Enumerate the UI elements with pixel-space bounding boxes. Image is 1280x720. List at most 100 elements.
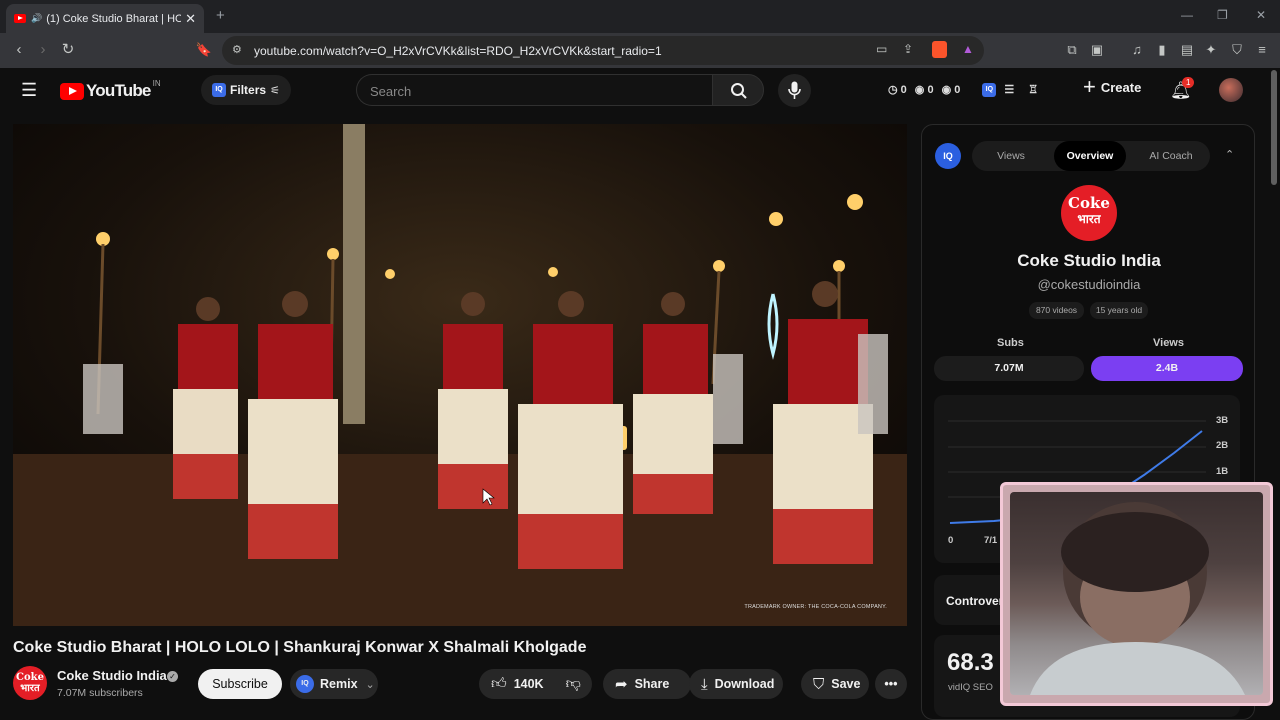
sidebar-icon[interactable]: ▮ xyxy=(1152,41,1172,59)
subscribe-button[interactable]: Subscribe xyxy=(198,669,282,699)
videos-count-chip: 870 videos xyxy=(1029,302,1084,319)
leo-ai-icon[interactable]: ✦ xyxy=(1201,41,1221,59)
trademark-notice: TRADEMARK OWNER: THE COCA-COLA COMPANY. xyxy=(744,604,887,610)
video-frame-image xyxy=(13,124,907,626)
share-button[interactable]: ➦ Share xyxy=(603,669,691,699)
search-input[interactable]: Search xyxy=(356,74,712,106)
search-placeholder: Search xyxy=(370,84,412,99)
filters-label: Filters xyxy=(230,83,267,97)
vidiq-logo-icon[interactable]: IQ xyxy=(935,143,961,169)
clock-stat: ◷ 0 xyxy=(888,84,907,96)
chart-x-label: 0 xyxy=(948,535,954,546)
logo-text: YouTube xyxy=(86,81,151,100)
tab-overview[interactable]: Overview xyxy=(1054,141,1126,171)
remix-button[interactable]: IQ Remix ⌄ xyxy=(290,669,378,699)
forward-icon[interactable]: › xyxy=(33,41,53,59)
like-dislike-group: 👍︎ 140K 👎︎ xyxy=(479,669,592,699)
seo-score-label: vidIQ SEO xyxy=(948,682,993,693)
reload-icon[interactable]: ↻ xyxy=(58,41,78,59)
trophy-icon[interactable]: ♖ xyxy=(1028,83,1038,97)
vidiq-extension-icon[interactable]: ▣ xyxy=(1087,41,1107,59)
subs-label: Subs xyxy=(997,337,1024,349)
browser-tab-strip: 🔊 (1) Coke Studio Bharat | HOLO ✕ + — ❐ … xyxy=(0,0,1280,33)
channel-age-chip: 15 years old xyxy=(1090,302,1148,319)
url-text[interactable]: youtube.com/watch?v=O_H2xVrCVKk&list=RDO… xyxy=(254,44,662,58)
create-label: Create xyxy=(1100,79,1142,95)
hamburger-menu-icon[interactable]: ☰ xyxy=(21,80,37,101)
video-player[interactable]: TRADEMARK OWNER: THE COCA-COLA COMPANY. xyxy=(13,124,907,626)
browser-toolbar: ‹ › ↻ 🔖 ⚙ youtube.com/watch?v=O_H2xVrCVK… xyxy=(0,33,1280,68)
back-icon[interactable]: ‹ xyxy=(9,41,29,59)
search-button[interactable] xyxy=(712,74,764,106)
cast-icon[interactable]: ▭ xyxy=(876,42,887,56)
menu-icon[interactable]: ≡ xyxy=(1252,41,1272,59)
vidiq-header-icon[interactable]: IQ xyxy=(982,83,997,97)
sliders-icon: ⚟ xyxy=(270,84,280,97)
audio-playing-icon[interactable]: 🔊 xyxy=(31,13,42,24)
panel-channel-logo: Coke भारत xyxy=(1061,185,1117,241)
save-label: Save xyxy=(831,677,861,691)
vpn-icon[interactable]: ⛉ xyxy=(1227,41,1247,59)
browser-tab[interactable]: 🔊 (1) Coke Studio Bharat | HOLO ✕ xyxy=(6,4,204,33)
stat-value: 0 xyxy=(927,84,934,96)
like-count[interactable]: 140K xyxy=(514,677,544,691)
like-icon[interactable]: 👍︎ xyxy=(491,675,507,693)
youtube-header: ☰ YouTube IN IQ Filters ⚟ Search ◷ 0 ◉ 0… xyxy=(0,68,1280,114)
vidiq-remix-icon: IQ xyxy=(296,675,314,693)
eye-stat: ◉ 0 xyxy=(941,84,961,96)
views-value[interactable]: 2.4B xyxy=(1091,356,1243,381)
filters-button[interactable]: IQ Filters ⚟ xyxy=(201,75,291,105)
vidiq-stats: ◷ 0 ◉ 0 ◉ 0 IQ ☰ ♖ xyxy=(888,83,1038,97)
channel-logo-text: Coke भारत xyxy=(16,672,44,694)
save-button[interactable]: ⛉ Save xyxy=(801,669,869,699)
youtube-logo[interactable]: YouTube IN xyxy=(60,78,161,101)
video-title: Coke Studio Bharat | HOLO LOLO | Shankur… xyxy=(13,639,587,656)
user-avatar[interactable] xyxy=(1219,78,1243,102)
views-label: Views xyxy=(1153,337,1184,349)
stat-value: 0 xyxy=(954,84,961,96)
notifications-button[interactable]: 🔔︎ 1 xyxy=(1170,77,1195,101)
chevron-down-icon: ⌄ xyxy=(365,678,375,691)
minimize-icon[interactable]: — xyxy=(1181,8,1193,22)
microphone-icon xyxy=(788,81,801,99)
tab-ai-coach[interactable]: AI Coach xyxy=(1138,141,1204,171)
country-code: IN xyxy=(152,78,161,88)
panel-channel-handle: @cokestudioindia xyxy=(1037,277,1141,292)
chart-y-label: 2B xyxy=(1216,440,1229,451)
create-button[interactable]: + Create xyxy=(1083,76,1142,98)
media-controls-icon[interactable]: ♫ xyxy=(1127,41,1147,59)
maximize-icon[interactable]: ❐ xyxy=(1217,8,1228,22)
close-window-icon[interactable]: ✕ xyxy=(1256,8,1266,22)
download-button[interactable]: ⤓ Download xyxy=(689,669,783,699)
voice-search-button[interactable] xyxy=(778,74,811,107)
brave-rewards-icon[interactable]: ▲ xyxy=(962,42,974,56)
brave-shield-icon[interactable] xyxy=(932,41,947,58)
collapse-panel-icon[interactable]: ⌃ xyxy=(1225,148,1234,161)
share-page-icon[interactable]: ⇪ xyxy=(903,42,913,56)
vidiq-badge-icon: IQ xyxy=(212,83,227,97)
youtube-play-icon xyxy=(60,82,84,100)
address-bar[interactable]: ⚙ youtube.com/watch?v=O_H2xVrCVKk&list=R… xyxy=(222,36,984,65)
channel-name[interactable]: Coke Studio India xyxy=(57,668,167,683)
search-icon xyxy=(731,83,747,99)
bookmark-icon[interactable]: 🔖 xyxy=(194,41,214,59)
subs-value[interactable]: 7.07M xyxy=(934,356,1084,381)
dislike-icon[interactable]: 👎︎ xyxy=(566,675,581,693)
new-tab-icon[interactable]: + xyxy=(216,7,225,24)
close-tab-icon[interactable]: ✕ xyxy=(185,11,196,27)
chart-y-label: 1B xyxy=(1216,466,1229,477)
subscriber-count: 7.07M subscribers xyxy=(57,687,143,699)
checklist-icon[interactable]: ☰ xyxy=(1004,83,1014,97)
wallet-icon[interactable]: ▤ xyxy=(1177,41,1197,59)
site-info-icon[interactable]: ⚙ xyxy=(232,43,242,56)
seo-score-value: 68.3 xyxy=(947,649,994,676)
extensions-icon[interactable]: ⧉ xyxy=(1062,41,1082,59)
download-icon: ⤓ xyxy=(701,675,708,693)
tab-title: (1) Coke Studio Bharat | HOLO xyxy=(46,12,182,25)
more-actions-button[interactable]: ••• xyxy=(875,669,907,699)
channel-avatar[interactable]: Coke भारत xyxy=(13,666,47,700)
webcam-feed-image xyxy=(1010,492,1263,695)
tab-views[interactable]: Views xyxy=(980,141,1042,171)
page-scrollbar[interactable] xyxy=(1271,70,1277,185)
views-stat: ◉ 0 xyxy=(914,84,934,96)
